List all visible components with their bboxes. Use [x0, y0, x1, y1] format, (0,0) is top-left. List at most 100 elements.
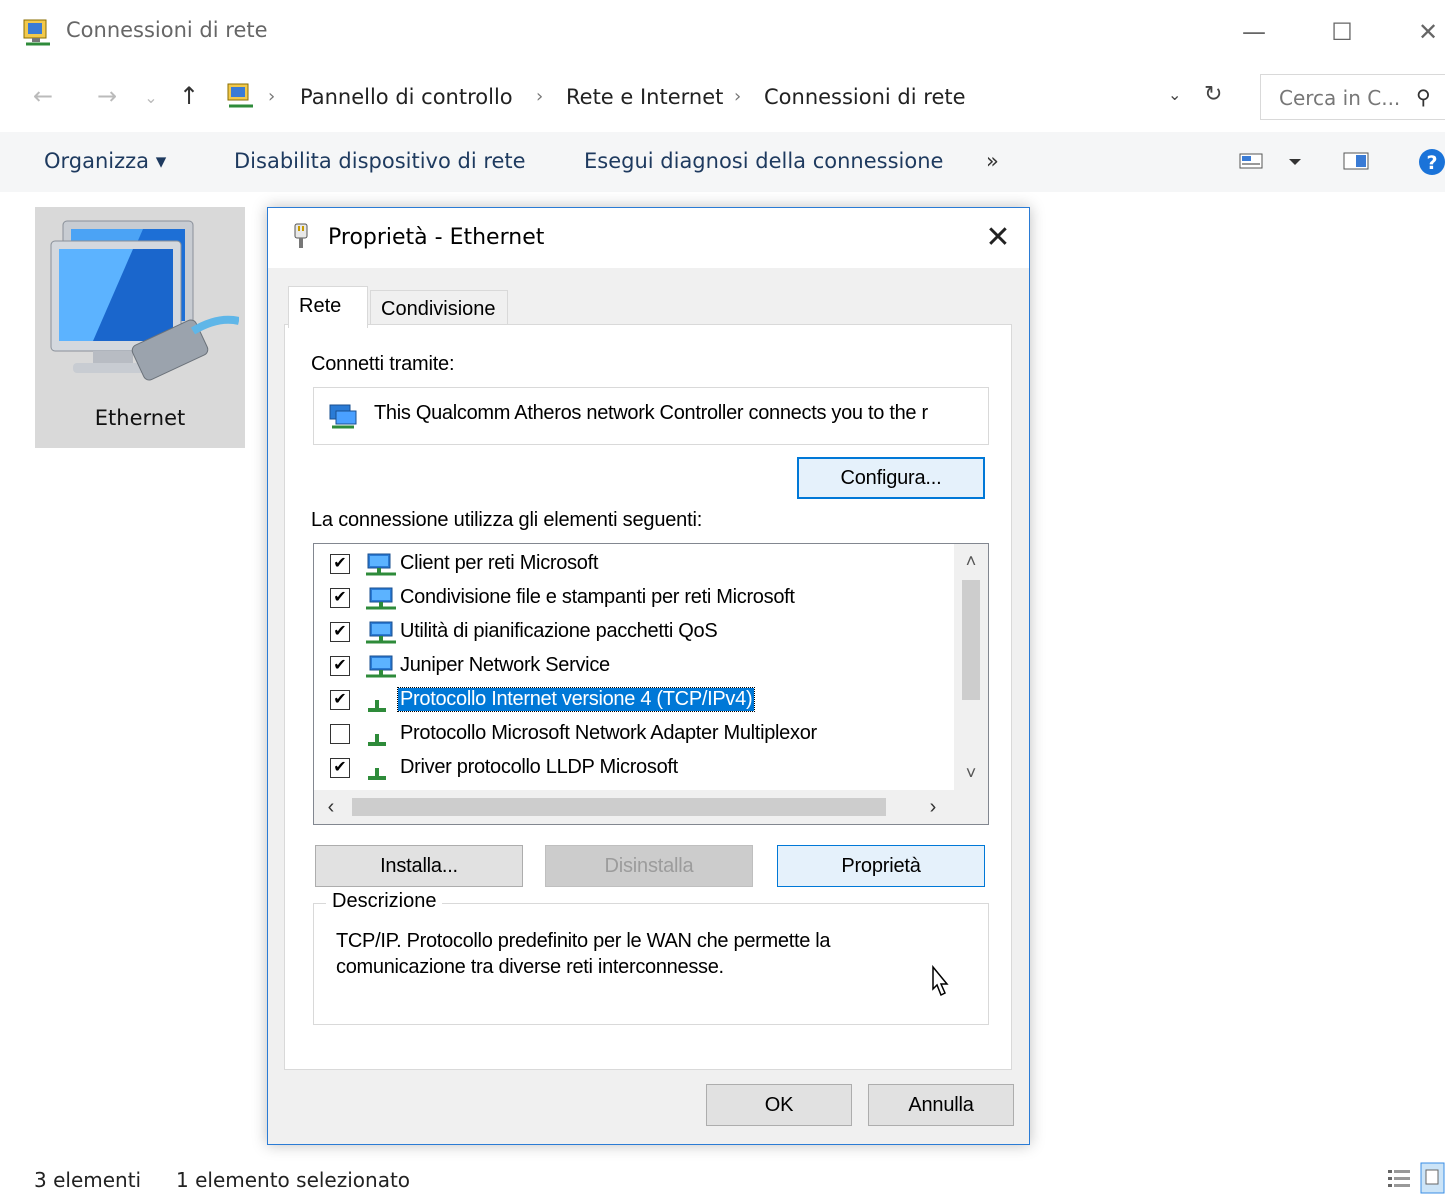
network-tab-panel: Connetti tramite: This Qualcomm Atheros … [284, 324, 1012, 1070]
ok-button[interactable]: OK [706, 1084, 852, 1126]
description-title: Descrizione [326, 890, 443, 913]
dialog-close-button[interactable]: ✕ [980, 220, 1016, 255]
forward-arrow-icon[interactable]: → [92, 82, 122, 110]
ethernet-plug-icon [294, 223, 308, 248]
adapter-field: This Qualcomm Atheros network Controller… [313, 387, 989, 445]
refresh-icon[interactable]: ↻ [1204, 82, 1222, 107]
component-label: Protocollo Microsoft Network Adapter Mul… [400, 722, 817, 744]
component-checkbox[interactable]: ✔ [330, 554, 350, 574]
breadcrumb-control-panel[interactable]: Pannello di controllo [300, 85, 513, 109]
description-group: Descrizione TCP/IP. Protocollo predefini… [313, 890, 989, 1025]
organize-menu[interactable]: Organizza ▾ [44, 149, 166, 173]
dialog-title-bar: Proprietà - Ethernet ✕ [268, 208, 1029, 268]
component-label: Protocollo Internet versione 4 (TCP/IPv4… [396, 687, 756, 712]
ethernet-label: Ethernet [94, 406, 186, 430]
component-checkbox[interactable]: ✔ [330, 622, 350, 642]
recent-locations-icon[interactable]: ⌄ [136, 88, 166, 107]
address-bar-row: ← → ⌄ ↑ › Pannello di controllo › Rete e… [0, 70, 1445, 124]
components-label: La connessione utilizza gli elementi seg… [311, 509, 703, 531]
ethernet-adapter-icon [50, 220, 239, 381]
diagnose-connection-button[interactable]: Esegui diagnosi della connessione [584, 149, 943, 173]
large-icons-view-icon[interactable] [1420, 1162, 1445, 1194]
tab-rete[interactable]: Rete [288, 286, 368, 328]
status-bar: 3 elementi 1 elemento selezionato [0, 1160, 1445, 1194]
component-item[interactable]: ✔ Utilità di pianificazione pacchetti QoS [314, 616, 950, 650]
network-connections-icon [23, 19, 50, 46]
component-checkbox[interactable]: ✔ [330, 656, 350, 676]
preview-pane-icon[interactable] [1342, 146, 1372, 176]
properties-button[interactable]: Proprietà [777, 845, 985, 887]
ethernet-connection-item[interactable]: Ethernet [35, 207, 245, 448]
breadcrumb-separator: › [536, 86, 544, 107]
selection-count: 1 elemento selezionato [176, 1168, 411, 1192]
component-label: Utilità di pianificazione pacchetti QoS [400, 620, 718, 642]
breadcrumb-network-connections[interactable]: Connessioni di rete [764, 85, 966, 109]
vertical-scrollbar[interactable]: ˄ ˅ [954, 544, 988, 790]
search-placeholder: Cerca in C... [1279, 86, 1401, 110]
components-list[interactable]: ✔ Client per reti Microsoft ✔ Condivisione … [313, 543, 989, 825]
install-button[interactable]: Installa... [315, 845, 523, 887]
horizontal-scrollbar[interactable]: ‹ › [314, 790, 988, 824]
disable-device-button[interactable]: Disabilita dispositivo di rete [234, 149, 526, 173]
dialog-title: Proprietà - Ethernet [328, 225, 545, 250]
component-item[interactable]: ✔ Juniper Network Service [314, 650, 950, 684]
connect-using-label: Connetti tramite: [311, 353, 455, 375]
breadcrumb-separator: › [268, 86, 276, 107]
component-item[interactable]: Protocollo Microsoft Network Adapter Mul… [314, 718, 950, 752]
component-label: Condivisione file e stampanti per reti M… [400, 586, 795, 608]
window-title: Connessioni di rete [66, 18, 268, 42]
network-client-icon [366, 553, 396, 576]
details-view-icon[interactable] [1386, 1166, 1414, 1192]
network-service-icon [366, 587, 396, 610]
address-box[interactable]: › Pannello di controllo › Rete e Interne… [218, 74, 1238, 120]
uninstall-button[interactable]: Disinstalla [545, 845, 753, 887]
scroll-right-icon[interactable]: › [918, 790, 948, 824]
back-arrow-icon[interactable]: ← [28, 82, 58, 110]
vertical-scroll-thumb[interactable] [962, 580, 980, 700]
scroll-up-icon[interactable]: ˄ [954, 546, 988, 576]
search-icon[interactable]: ⚲ [1416, 85, 1431, 109]
component-label: Driver protocollo LLDP Microsoft [400, 756, 678, 778]
close-window-button[interactable]: ✕ [1408, 12, 1445, 52]
svg-text:?: ? [1426, 152, 1437, 174]
component-item[interactable]: ✔ Driver protocollo LLDP Microsoft [314, 752, 950, 786]
control-panel-icon [227, 83, 253, 108]
network-adapter-icon [329, 404, 357, 429]
adapter-name: This Qualcomm Atheros network Controller… [374, 402, 928, 424]
maximize-button[interactable]: ☐ [1322, 12, 1362, 52]
horizontal-scroll-thumb[interactable] [352, 798, 886, 816]
component-item[interactable]: ✔ Condivisione file e stampanti per reti … [314, 582, 950, 616]
breadcrumb-network-internet[interactable]: Rete e Internet [566, 85, 723, 109]
more-commands-button[interactable]: » [986, 149, 999, 173]
component-checkbox[interactable]: ✔ [330, 690, 350, 710]
cancel-button[interactable]: Annulla [868, 1084, 1014, 1126]
protocol-icon [368, 768, 386, 780]
help-icon[interactable]: ? [1418, 146, 1445, 178]
item-count: 3 elementi [34, 1168, 142, 1192]
title-bar: Connessioni di rete — ☐ ✕ [0, 0, 1445, 64]
component-checkbox[interactable]: ✔ [330, 588, 350, 608]
component-label: Juniper Network Service [400, 654, 610, 676]
ethernet-properties-dialog: Proprietà - Ethernet ✕ Rete Condivisione… [267, 207, 1030, 1145]
scroll-left-icon[interactable]: ‹ [316, 790, 346, 824]
component-checkbox[interactable] [330, 724, 350, 744]
configure-button[interactable]: Configura... [797, 457, 985, 499]
change-view-icon[interactable] [1238, 146, 1266, 176]
description-text: TCP/IP. Protocollo predefinito per le WA… [336, 930, 831, 978]
search-input[interactable]: Cerca in C... ⚲ [1260, 74, 1445, 120]
view-dropdown-icon[interactable] [1286, 146, 1304, 176]
network-service-icon [366, 655, 396, 678]
protocol-icon [368, 700, 386, 712]
mouse-cursor-icon [932, 965, 949, 997]
tab-condivisione[interactable]: Condivisione [370, 290, 508, 326]
up-arrow-icon[interactable]: ↑ [174, 82, 204, 110]
breadcrumb-separator: › [734, 86, 742, 107]
address-dropdown-icon[interactable]: ⌄ [1168, 85, 1181, 104]
network-service-icon [366, 621, 396, 644]
component-checkbox[interactable]: ✔ [330, 758, 350, 778]
component-item[interactable]: ✔ Client per reti Microsoft [314, 548, 950, 582]
component-item[interactable]: ✔ Protocollo Internet versione 4 (TCP/IPv… [314, 684, 950, 718]
command-bar: Organizza ▾ Disabilita dispositivo di re… [0, 132, 1445, 192]
minimize-button[interactable]: — [1234, 12, 1274, 52]
scroll-down-icon[interactable]: ˅ [954, 758, 988, 788]
